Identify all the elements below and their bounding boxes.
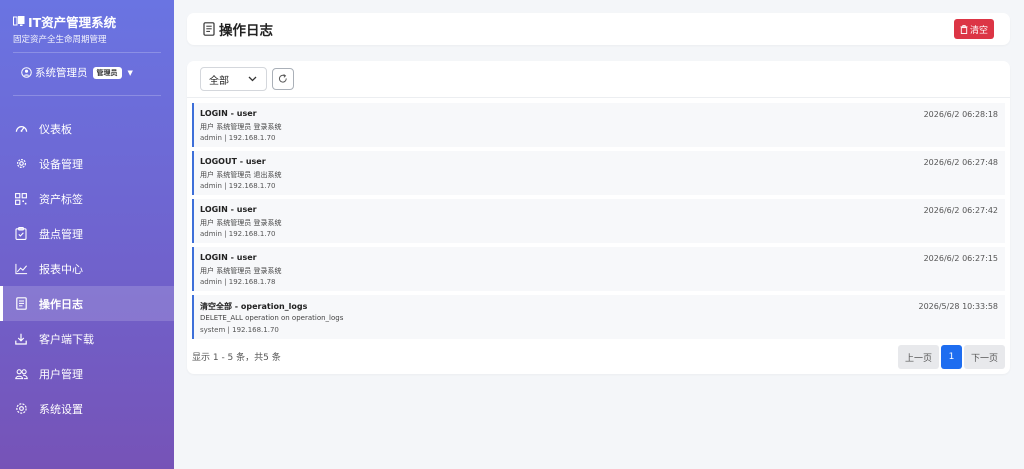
log-type-select[interactable]: 全部 (200, 67, 267, 91)
sidebar-item-inventory[interactable]: 盘点管理 (0, 216, 174, 251)
qrcode-icon (14, 192, 28, 206)
log-meta: admin | 192.168.1.70 (200, 134, 276, 142)
pagination: 上一页 1 下一页 (897, 345, 1005, 369)
clear-button-label: 清空 (969, 24, 988, 35)
sidebar-item-users[interactable]: 用户管理 (0, 356, 174, 391)
settings-icon (14, 402, 28, 416)
sidebar-item-dashboard[interactable]: 仪表板 (0, 111, 174, 146)
log-meta: admin | 192.168.1.78 (200, 278, 276, 286)
sidebar-item-label: 设备管理 (39, 157, 83, 171)
sidebar-item-reports[interactable]: 报表中心 (0, 251, 174, 286)
log-meta: admin | 192.168.1.70 (200, 182, 276, 190)
download-icon (14, 332, 28, 346)
log-timestamp: 2026/6/2 06:27:15 (923, 254, 998, 263)
log-list: LOGIN - user 用户 系统管理员 登录系统 admin | 192.1… (192, 103, 1005, 343)
sidebar-item-settings[interactable]: 系统设置 (0, 391, 174, 426)
sidebar-item-label: 仪表板 (39, 122, 72, 136)
log-title: 清空全部 - operation_logs (200, 302, 308, 311)
clipboard-check-icon (14, 227, 28, 241)
gear-icon (14, 157, 28, 171)
log-description: 用户 系统管理员 登录系统 (200, 123, 282, 131)
sidebar-item-client-download[interactable]: 客户端下载 (0, 321, 174, 356)
sidebar-item-devices[interactable]: 设备管理 (0, 146, 174, 181)
role-badge: 管理员 (92, 66, 122, 79)
sidebar-item-label: 盘点管理 (39, 227, 83, 241)
log-type-select-value: 全部 (209, 75, 229, 87)
user-name: 系统管理员 (35, 67, 88, 79)
sidebar-item-label: 报表中心 (39, 262, 83, 276)
person-circle-icon (21, 67, 32, 78)
next-page-button[interactable]: 下一页 (963, 345, 1005, 369)
refresh-button[interactable] (272, 68, 294, 90)
trash-icon (960, 24, 968, 34)
pagination-info: 显示 1 - 5 条，共5 条 (192, 353, 281, 363)
filter-toolbar: 全部 (200, 67, 294, 91)
pc-display-icon (13, 16, 25, 26)
sidebar-item-operation-logs[interactable]: 操作日志 (0, 286, 174, 321)
journal-icon (203, 22, 215, 36)
log-timestamp: 2026/6/2 06:27:42 (923, 206, 998, 215)
log-timestamp: 2026/6/2 06:28:18 (923, 110, 998, 119)
log-timestamp: 2026/5/28 10:33:58 (918, 302, 999, 311)
log-title: LOGIN - user (200, 205, 257, 214)
sidebar-item-label: 客户端下载 (39, 332, 94, 346)
dashboard-icon (14, 122, 28, 136)
log-description: 用户 系统管理员 登录系统 (200, 219, 282, 227)
page-header: 操作日志 清空 (187, 13, 1010, 45)
sidebar-item-label: 资产标签 (39, 192, 83, 206)
log-entry[interactable]: LOGIN - user 用户 系统管理员 登录系统 admin | 192.1… (192, 247, 1005, 291)
log-meta: admin | 192.168.1.70 (200, 230, 276, 238)
brand: IT资产管理系统 固定资产全生命周期管理 (13, 13, 163, 45)
sidebar-item-label: 操作日志 (39, 297, 83, 311)
sidebar-divider (13, 95, 161, 96)
log-meta: system | 192.168.1.70 (200, 326, 279, 334)
sidebar: IT资产管理系统 固定资产全生命周期管理 系统管理员 管理员 ▼ 仪表板 设备管… (0, 0, 174, 469)
clear-logs-button[interactable]: 清空 (953, 19, 994, 39)
page-number-button[interactable]: 1 (940, 345, 962, 369)
log-entry[interactable]: LOGOUT - user 用户 系统管理员 退出系统 admin | 192.… (192, 151, 1005, 195)
toolbar-divider (187, 97, 1010, 98)
sidebar-item-label: 系统设置 (39, 402, 83, 416)
refresh-icon (278, 74, 287, 83)
caret-down-icon: ▼ (127, 68, 133, 77)
brand-title[interactable]: IT资产管理系统 (13, 13, 163, 30)
sidebar-nav: 仪表板 设备管理 资产标签 盘点管理 报表中心 操作日志 客户端下载 用户管理 … (0, 111, 174, 426)
log-title: LOGIN - user (200, 253, 257, 262)
log-entry[interactable]: LOGIN - user 用户 系统管理员 登录系统 admin | 192.1… (192, 103, 1005, 147)
prev-page-button[interactable]: 上一页 (897, 345, 939, 369)
logs-panel: 全部 LOGIN - user 用户 系统管理员 登录系统 admin | 19… (187, 61, 1010, 374)
log-description: 用户 系统管理员 退出系统 (200, 171, 282, 179)
log-title: LOGOUT - user (200, 157, 266, 166)
log-title: LOGIN - user (200, 109, 257, 118)
log-entry[interactable]: 清空全部 - operation_logs DELETE_ALL operati… (192, 295, 1005, 339)
log-timestamp: 2026/6/2 06:27:48 (923, 158, 998, 167)
sidebar-item-asset-tags[interactable]: 资产标签 (0, 181, 174, 216)
line-chart-icon (14, 262, 28, 276)
sidebar-item-label: 用户管理 (39, 367, 83, 381)
log-entry[interactable]: LOGIN - user 用户 系统管理员 登录系统 admin | 192.1… (192, 199, 1005, 243)
chevron-down-icon (248, 76, 257, 82)
people-icon (14, 367, 28, 381)
brand-title-text: IT资产管理系统 (28, 14, 117, 30)
log-description: 用户 系统管理员 登录系统 (200, 267, 282, 275)
sidebar-divider (13, 52, 161, 53)
log-description: DELETE_ALL operation on operation_logs (200, 314, 344, 322)
user-menu[interactable]: 系统管理员 管理员 ▼ (21, 65, 133, 80)
journal-icon (14, 297, 28, 311)
brand-subtitle: 固定资产全生命周期管理 (13, 35, 107, 45)
page-title: 操作日志 (219, 23, 273, 39)
